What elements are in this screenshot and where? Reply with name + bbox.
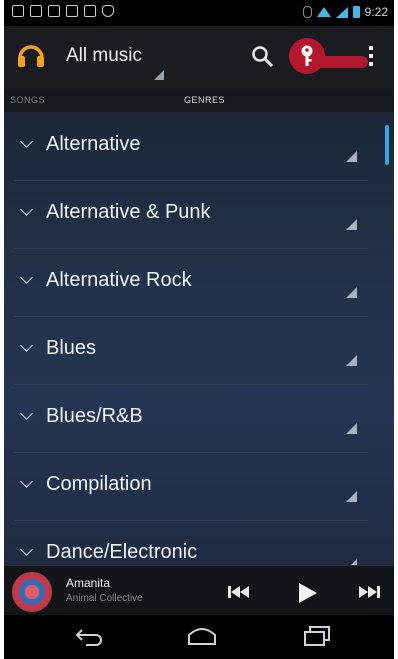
context-menu-icon[interactable]	[346, 355, 357, 366]
play-icon[interactable]	[296, 582, 318, 604]
context-menu-icon[interactable]	[346, 151, 357, 162]
genre-row[interactable]: Blues/R&B	[4, 385, 394, 453]
track-artist: Animal Collective	[66, 593, 143, 604]
expand-chevron-icon	[20, 475, 33, 488]
library-tabs: SONGS GENRES	[4, 90, 394, 113]
gmail-notification-icon	[12, 5, 24, 17]
context-menu-icon[interactable]	[346, 219, 357, 230]
notification-icons	[12, 5, 114, 17]
genre-row[interactable]: Alternative & Punk	[4, 181, 394, 249]
now-playing-bar[interactable]: Amanita Animal Collective	[4, 565, 394, 616]
tab-genres[interactable]: GENRES	[184, 95, 225, 105]
tab-songs[interactable]: SONGS	[10, 95, 45, 105]
expand-chevron-icon	[20, 339, 33, 352]
status-indicators: 9:22	[302, 5, 388, 19]
genre-label: Blues/R&B	[46, 405, 143, 427]
hint-badge	[289, 38, 325, 74]
genre-row[interactable]: Compilation	[4, 453, 394, 521]
album-art[interactable]	[12, 572, 52, 612]
download-notification-icon	[84, 5, 96, 17]
genre-label: Alternative Rock	[46, 269, 192, 291]
genre-label: Alternative	[46, 133, 141, 155]
expand-chevron-icon	[20, 135, 33, 148]
scrollbar[interactable]	[385, 125, 389, 165]
phone-screen: 9:22 All music SONGS GENRES Alternative …	[4, 0, 394, 659]
genre-row[interactable]: Blues	[4, 317, 394, 385]
search-icon[interactable]	[250, 44, 276, 70]
genre-list[interactable]: Alternative Alternative & Punk Alternati…	[4, 113, 394, 565]
previous-icon[interactable]	[226, 582, 252, 602]
genre-label: Compilation	[46, 473, 152, 495]
alarm-icon	[302, 6, 312, 18]
library-view-dropdown[interactable]: All music	[66, 45, 142, 67]
wifi-icon	[316, 7, 331, 17]
clock: 9:22	[364, 5, 388, 19]
expand-chevron-icon	[20, 543, 33, 556]
recent-apps-icon[interactable]	[302, 625, 332, 647]
hint-pointer	[320, 56, 368, 68]
next-icon[interactable]	[356, 582, 382, 602]
navigation-bar	[4, 615, 394, 659]
hint-pin-icon	[301, 45, 313, 66]
clipboard-notification-icon	[48, 5, 60, 17]
expand-chevron-icon	[20, 203, 33, 216]
signal-icon	[335, 6, 348, 18]
genre-label: Alternative & Punk	[46, 201, 211, 223]
context-menu-icon[interactable]	[346, 491, 357, 502]
track-title: Amanita	[66, 576, 111, 590]
genre-row[interactable]: Alternative	[4, 113, 394, 181]
home-icon[interactable]	[186, 625, 218, 647]
genre-row[interactable]: Alternative Rock	[4, 249, 394, 317]
overflow-menu-icon[interactable]	[364, 43, 378, 73]
context-menu-icon[interactable]	[346, 423, 357, 434]
genre-label: Blues	[46, 337, 97, 359]
back-icon[interactable]	[74, 625, 106, 647]
expand-chevron-icon	[20, 407, 33, 420]
download-notification-icon	[66, 5, 78, 17]
message-notification-icon	[30, 5, 42, 17]
status-bar: 9:22	[4, 0, 394, 26]
dropdown-indicator-icon	[154, 70, 164, 80]
expand-chevron-icon	[20, 271, 33, 284]
context-menu-icon[interactable]	[346, 287, 357, 298]
genre-row[interactable]: Dance/Electronic	[4, 521, 394, 565]
headphones-icon[interactable]	[16, 40, 46, 70]
genre-label: Dance/Electronic	[46, 541, 198, 563]
battery-icon	[352, 6, 360, 18]
action-bar: All music	[4, 26, 394, 90]
game-controller-icon	[102, 5, 114, 17]
